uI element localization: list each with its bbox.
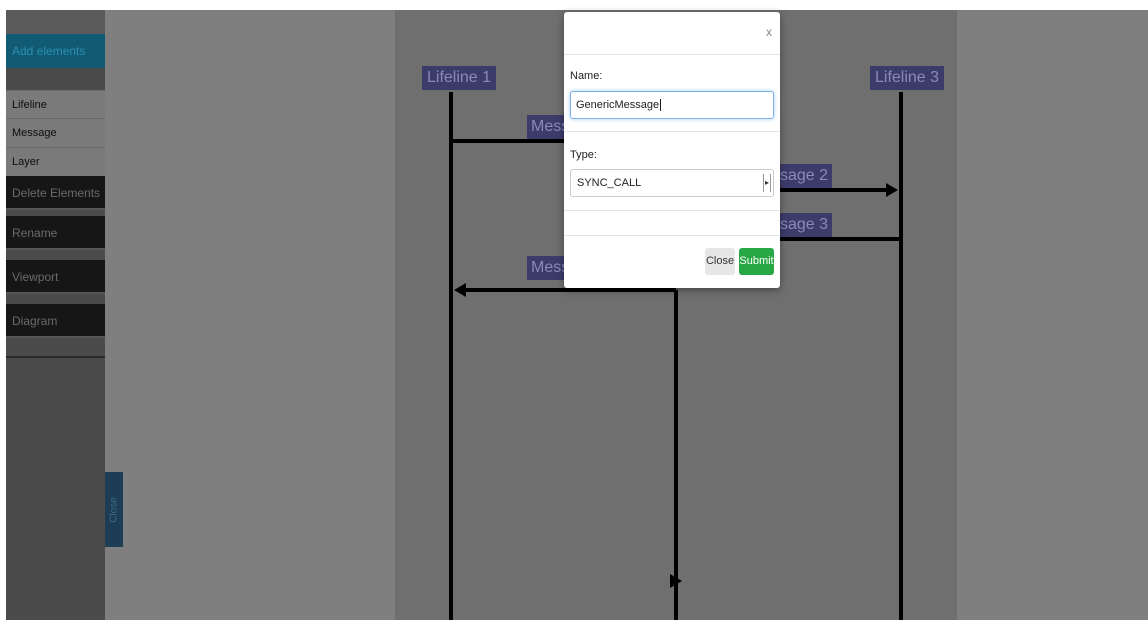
lifeline-1-label[interactable]: Lifeline 1	[422, 66, 497, 90]
edit-message-modal: x Name: GenericMessage Type: SYNC_CALL ▸…	[564, 12, 780, 288]
lifeline-3-label[interactable]: Lifeline 3	[870, 66, 945, 90]
header-divider	[564, 54, 780, 55]
close-icon[interactable]: x	[766, 25, 772, 39]
name-input[interactable]: GenericMessage	[570, 91, 774, 119]
name-label: Name:	[570, 70, 603, 82]
submit-button[interactable]: Submit	[739, 248, 774, 275]
message-2-arrowhead	[886, 183, 898, 197]
name-input-value: GenericMessage	[576, 99, 660, 111]
message-4-arrowhead	[454, 283, 466, 297]
name-divider	[564, 131, 780, 132]
message-2-label[interactable]: sage 2	[776, 164, 833, 188]
close-tab-label: Close	[108, 496, 120, 523]
message-3-label[interactable]: sage 3	[776, 213, 833, 237]
type-select[interactable]: SYNC_CALL ▸	[570, 169, 774, 197]
close-panel-tab[interactable]: Close	[105, 472, 123, 547]
type-divider	[564, 210, 780, 211]
type-label: Type:	[570, 149, 597, 161]
footer-divider	[564, 235, 780, 236]
type-select-value: SYNC_CALL	[577, 177, 642, 189]
text-cursor	[660, 99, 662, 111]
close-button[interactable]: Close	[705, 248, 735, 275]
select-spinner-icon[interactable]: ▸	[763, 174, 771, 192]
